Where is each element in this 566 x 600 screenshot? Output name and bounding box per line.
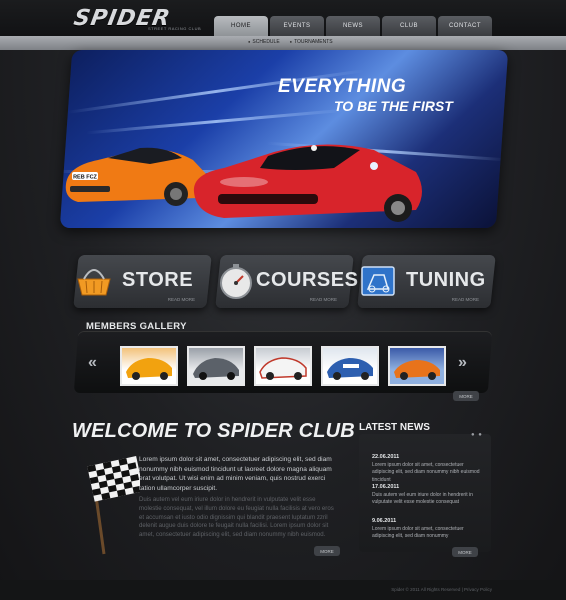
gallery-prev-arrow[interactable]: « <box>88 354 97 372</box>
news-date: 17.06.2011 <box>372 484 400 490</box>
car-thumb-image <box>394 360 440 380</box>
welcome-title: WELCOME TO SPIDER CLUB <box>72 420 355 442</box>
gallery-thumb-3[interactable] <box>254 346 312 386</box>
red-car-image <box>193 144 422 222</box>
courses-read-more[interactable]: READ MORE <box>310 297 337 302</box>
welcome-body-text: Duis autem vel eum iriure dolor in hendr… <box>139 496 334 539</box>
checkered-flag-icon <box>87 456 140 555</box>
hero-subheadline: TO BE THE FIRST <box>334 98 453 114</box>
nav-events[interactable]: EVENTS <box>270 16 324 36</box>
tuning-read-more[interactable]: READ MORE <box>452 297 479 302</box>
car-thumb-image <box>327 358 373 380</box>
tuning-card[interactable]: TUNING READ MORE <box>357 255 496 308</box>
sub-nav: SCHEDULE TOURNAMENTS <box>248 39 333 45</box>
nav-contact[interactable]: CONTACT <box>438 16 492 36</box>
light-streak <box>86 108 346 135</box>
nav-club[interactable]: CLUB <box>382 16 436 36</box>
news-date: 22.06.2011 <box>372 454 400 460</box>
footer-copyright: Spider © 2011 All Rights Reserved | Priv… <box>391 587 492 592</box>
welcome-more-button[interactable]: MORE <box>314 546 340 556</box>
news-date: 9.06.2011 <box>372 518 397 524</box>
news-pager-dots[interactable]: ● ● <box>471 432 483 438</box>
car-thumb-image <box>193 358 239 380</box>
courses-label: COURSES <box>256 269 359 291</box>
news-text: Lorem ipsum dolor sit amet, consectetuer… <box>372 462 480 483</box>
courses-card[interactable]: COURSES READ MORE <box>215 255 358 308</box>
hero-headline: EVERYTHING <box>278 76 407 97</box>
license-plate-text: REB FCZ <box>73 175 97 181</box>
nav-home[interactable]: HOME <box>214 16 268 36</box>
blueprint-icon <box>361 266 395 296</box>
car-thumb-image <box>126 358 172 380</box>
news-item[interactable]: 17.06.2011 Duis autem vel eum iriure dol… <box>372 484 480 507</box>
main-nav: HOME EVENTS NEWS CLUB CONTACT <box>214 16 492 36</box>
stopwatch-icon <box>220 264 252 299</box>
news-more-button[interactable]: MORE <box>452 547 478 557</box>
news-text: Duis autem vel eum iriure dolor in hendr… <box>372 492 473 506</box>
gallery-thumb-4[interactable] <box>321 346 379 386</box>
car-thumb-image <box>259 357 307 380</box>
gallery-thumb-1[interactable] <box>120 346 178 386</box>
subnav-tournaments[interactable]: TOURNAMENTS <box>290 39 333 45</box>
welcome-intro-text: Lorem ipsum dolor sit amet, consectetuer… <box>139 456 332 493</box>
news-text: Lorem ipsum dolor sit amet, consectetuer… <box>372 526 464 540</box>
logo-tagline: STREET RACING CLUB <box>148 26 202 31</box>
store-card[interactable]: STORE READ MORE <box>73 255 212 308</box>
news-item[interactable]: 22.06.2011 Lorem ipsum dolor sit amet, c… <box>372 454 480 484</box>
gallery-thumb-5[interactable] <box>388 346 446 386</box>
hero-banner: EVERYTHING TO BE THE FIRST REB FCZ <box>59 50 509 228</box>
store-read-more[interactable]: READ MORE <box>168 297 195 302</box>
subnav-schedule[interactable]: SCHEDULE <box>248 39 279 45</box>
nav-news[interactable]: NEWS <box>326 16 380 36</box>
tuning-label: TUNING <box>406 269 486 291</box>
news-title: LATEST NEWS <box>359 422 430 433</box>
news-item[interactable]: 9.06.2011 Lorem ipsum dolor sit amet, co… <box>372 518 480 541</box>
basket-icon <box>77 269 111 296</box>
gallery-more-button[interactable]: MORE <box>453 391 479 401</box>
gallery-thumb-2[interactable] <box>187 346 245 386</box>
gallery-next-arrow[interactable]: » <box>458 354 467 372</box>
store-label: STORE <box>122 269 194 291</box>
